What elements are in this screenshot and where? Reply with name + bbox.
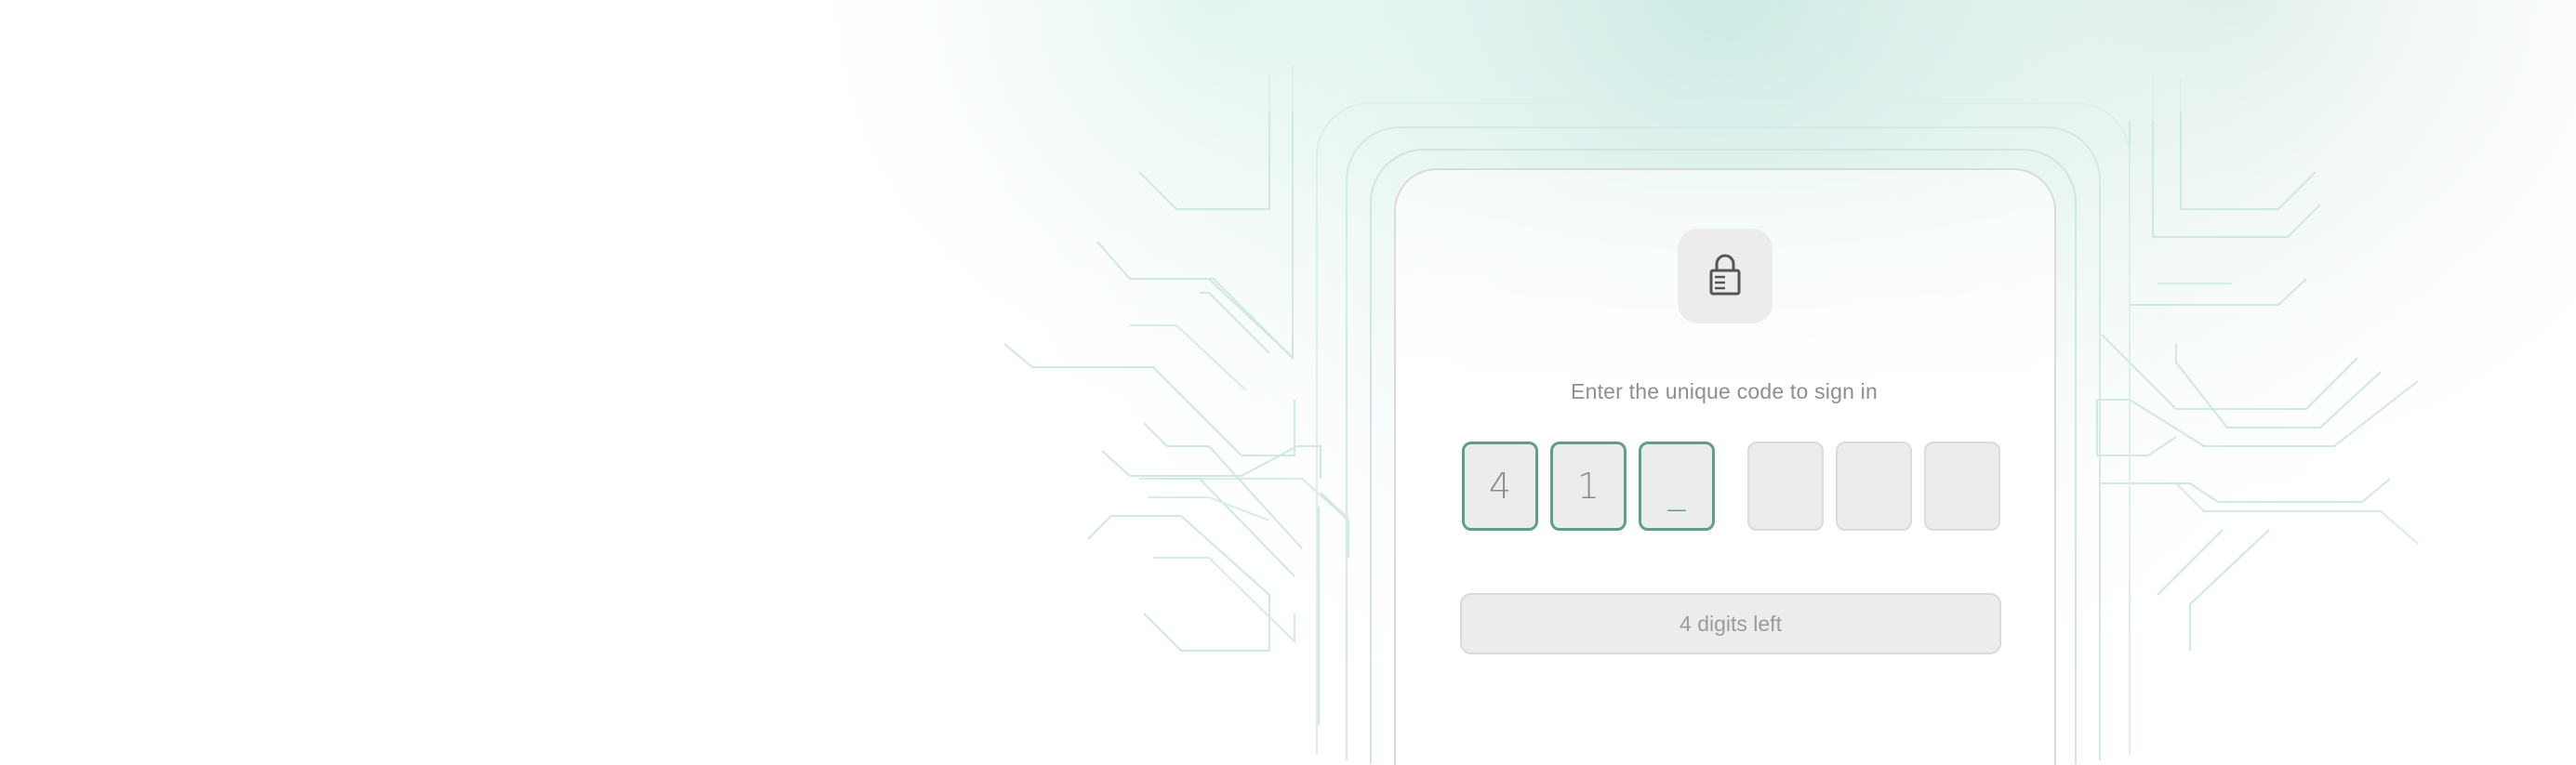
signin-prompt: Enter the unique code to sign in [1571, 379, 1878, 403]
circuit-pattern [1003, 65, 2419, 725]
code-digit-5[interactable] [1836, 442, 1912, 531]
code-digit-6[interactable] [1924, 442, 2000, 531]
lock-tile [1678, 229, 1773, 323]
digits-remaining-status: 4 digits left [1460, 593, 2001, 654]
background-glow [0, 0, 2576, 745]
code-digit-4[interactable] [1747, 442, 1824, 531]
lock-icon [1706, 252, 1744, 301]
code-digit-2[interactable]: 1 [1550, 442, 1627, 531]
code-digit-3[interactable]: _ [1639, 442, 1715, 531]
code-digit-1[interactable]: 4 [1462, 442, 1538, 531]
